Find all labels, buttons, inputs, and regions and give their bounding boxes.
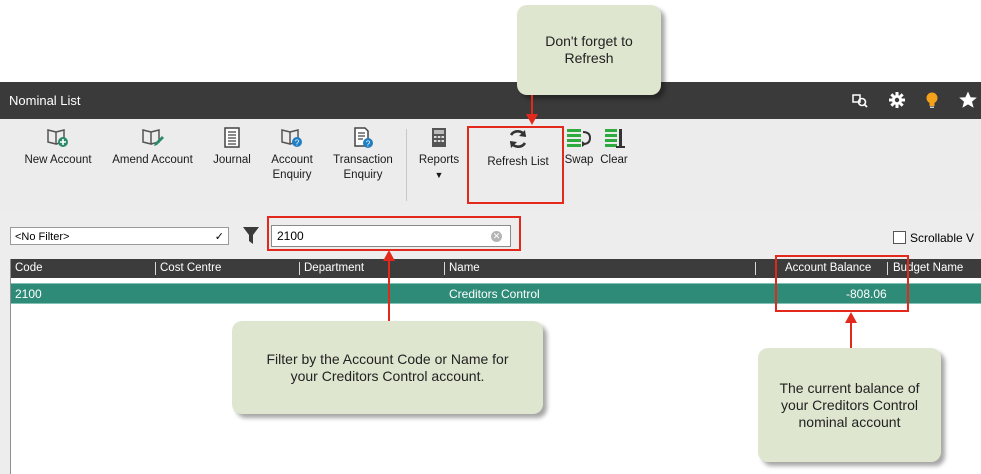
- amend-account-label: Amend Account: [112, 154, 193, 166]
- clear-button[interactable]: Clear: [598, 127, 630, 168]
- cell-code: 2100: [15, 287, 42, 301]
- filter-icon[interactable]: [242, 226, 260, 251]
- refresh-callout-line-2: Refresh: [564, 50, 614, 66]
- svg-text:?: ?: [366, 140, 371, 149]
- balance-callout-line-1: The current balance of: [779, 379, 920, 396]
- new-account-button[interactable]: New Account: [16, 127, 100, 168]
- svg-text:?: ?: [295, 139, 300, 148]
- account-enquiry-label-2: Enquiry: [272, 169, 312, 181]
- balance-callout: The current balance of your Creditors Con…: [758, 348, 941, 462]
- column-divider[interactable]: [755, 262, 756, 275]
- refresh-highlight-box: [467, 126, 564, 204]
- filter-select-value: <No Filter>: [15, 231, 70, 243]
- search-records-icon[interactable]: [850, 90, 870, 110]
- refresh-pointer-arrow-icon: [526, 114, 538, 125]
- star-icon[interactable]: [958, 90, 978, 110]
- refresh-callout-line-1: Don't forget to: [545, 33, 633, 49]
- filter-select[interactable]: <No Filter> ✓: [10, 227, 229, 245]
- swap-button[interactable]: Swap: [562, 127, 596, 168]
- balance-callout-line-3: nominal account: [798, 413, 901, 430]
- column-header-name[interactable]: Name: [449, 262, 480, 274]
- lightbulb-icon[interactable]: [922, 90, 942, 110]
- cell-name: Creditors Control: [449, 287, 540, 301]
- account-enquiry-label-1: Account: [271, 154, 313, 166]
- clear-icon: [605, 129, 625, 148]
- reports-label: Reports: [418, 154, 460, 166]
- transaction-enquiry-label-1: Transaction: [333, 154, 393, 166]
- title-bar: Nominal List: [0, 82, 981, 119]
- scrollable-label: Scrollable V: [910, 231, 975, 245]
- balance-pointer-line: [850, 322, 852, 348]
- clear-label: Clear: [600, 154, 628, 166]
- checkbox-icon[interactable]: [893, 231, 906, 244]
- column-header-code[interactable]: Code: [15, 262, 43, 274]
- filter-callout-line-2: your Creditors Control account.: [290, 367, 485, 384]
- swap-label: Swap: [564, 154, 594, 166]
- column-divider[interactable]: [299, 262, 300, 275]
- search-highlight-box: [267, 216, 521, 251]
- filter-pointer-line: [388, 260, 390, 322]
- journal-icon: [224, 127, 240, 148]
- balance-callout-line-2: your Creditors Control: [781, 396, 918, 413]
- column-divider[interactable]: [444, 262, 445, 275]
- transaction-enquiry-icon: ?: [354, 127, 373, 149]
- toolbar-separator: [406, 129, 407, 201]
- amend-account-button[interactable]: Amend Account: [104, 127, 201, 168]
- journal-label: Journal: [213, 154, 251, 166]
- transaction-enquiry-label-2: Enquiry: [343, 169, 383, 181]
- column-divider[interactable]: [155, 262, 156, 275]
- reports-button[interactable]: Reports ▼: [414, 127, 464, 183]
- gear-icon[interactable]: [887, 90, 907, 110]
- account-enquiry-button[interactable]: ? Account Enquiry: [264, 127, 320, 183]
- chevron-down-icon: ✓: [214, 231, 224, 243]
- balance-highlight-box: [775, 255, 909, 312]
- reports-icon: [432, 128, 446, 147]
- column-header-department[interactable]: Department: [304, 262, 364, 274]
- swap-icon: [567, 129, 592, 147]
- window-title: Nominal List: [9, 93, 81, 108]
- filter-callout-line-1: Filter by the Account Code or Name for: [266, 350, 509, 367]
- filter-callout: Filter by the Account Code or Name for yo…: [232, 321, 543, 414]
- amend-account-icon: [141, 129, 164, 146]
- scrollable-checkbox[interactable]: Scrollable V: [893, 231, 974, 245]
- new-account-icon: [47, 129, 68, 147]
- chevron-down-icon: ▼: [434, 170, 444, 180]
- column-header-cost-centre[interactable]: Cost Centre: [160, 262, 221, 274]
- journal-button[interactable]: Journal: [208, 127, 256, 168]
- account-enquiry-icon: ?: [281, 129, 302, 148]
- refresh-callout: Don't forget to Refresh: [517, 5, 661, 95]
- transaction-enquiry-button[interactable]: ? Transaction Enquiry: [324, 127, 402, 183]
- new-account-label: New Account: [24, 154, 92, 166]
